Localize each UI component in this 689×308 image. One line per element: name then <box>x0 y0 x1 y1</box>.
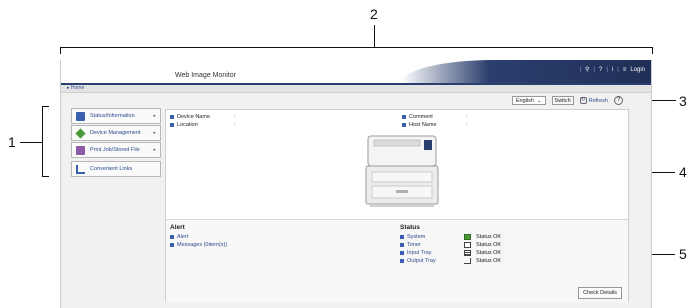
help-icon[interactable]: ? <box>599 67 602 73</box>
top-header: Web Image Monitor | ⚲ | ? | i | ≡ Login <box>61 60 651 85</box>
status-icon <box>76 111 85 121</box>
chevron-down-icon: ⌄ <box>536 97 542 104</box>
callout-1-stem <box>20 142 42 143</box>
language-toolbar: English ⌄ Switch ↻ Refresh ? <box>511 96 623 105</box>
input-tray-status-value: Status OK <box>476 250 502 256</box>
sidebar-menu: Status/Information ▸ Device Management ▸… <box>71 108 161 178</box>
output-tray-icon <box>464 258 471 264</box>
printer-image <box>365 135 439 207</box>
callout-1-bracket <box>42 106 43 176</box>
info-icon[interactable]: i <box>612 67 613 73</box>
callout-2: 2 <box>370 6 378 22</box>
callout-2-left-tick <box>60 47 61 54</box>
home-link[interactable]: ▸ Home <box>67 85 84 91</box>
callout-4: 4 <box>679 164 687 180</box>
location-value: : <box>234 122 236 128</box>
location-label: Location <box>170 122 198 128</box>
sidebar-item-status-information[interactable]: Status/Information ▸ <box>71 108 161 124</box>
callout-2-right-tick <box>652 47 653 54</box>
input-tray-status-link[interactable]: Input Tray <box>400 250 431 256</box>
messages-link[interactable]: Messages (0item(s)) <box>170 242 227 248</box>
comment-label: Comment <box>402 114 433 120</box>
device-name-label: Device Name <box>170 114 210 120</box>
refresh-icon: ↻ <box>579 97 587 104</box>
output-tray-status-link[interactable]: Output Tray <box>400 258 436 264</box>
system-status-link[interactable]: System <box>400 234 425 240</box>
switch-button[interactable]: Switch <box>551 96 574 105</box>
sidebar-item-convenient-links[interactable]: Convenient Links <box>71 161 161 177</box>
chevron-right-icon: ▸ <box>153 147 156 153</box>
alert-title: Alert <box>170 224 185 231</box>
status-title: Status <box>400 224 420 231</box>
system-status-value: Status OK <box>476 234 502 240</box>
refresh-button[interactable]: ↻ Refresh <box>579 97 608 104</box>
callout-2-stem <box>374 25 375 47</box>
callout-1-top-tick <box>42 106 49 107</box>
toner-status-value: Status OK <box>476 242 502 248</box>
toner-icon <box>464 242 471 248</box>
header-icons: | ⚲ | ? | i | ≡ Login <box>579 66 645 74</box>
toner-status-link[interactable]: Toner <box>400 242 421 248</box>
system-icon <box>464 234 471 240</box>
callout-3: 3 <box>679 93 687 109</box>
comment-value: : <box>466 114 468 120</box>
host-name-label: Host Name <box>402 122 437 128</box>
output-tray-status-value: Status OK <box>476 258 502 264</box>
device-status-panel: Device Name : Location : Comment : Host … <box>165 109 629 303</box>
alert-status-section: Alert Alert Messages (0item(s)) Status S… <box>166 219 628 303</box>
callout-1-bottom-tick <box>42 176 49 177</box>
search-icon[interactable]: ⚲ <box>585 66 589 73</box>
web-image-monitor-window: Web Image Monitor | ⚲ | ? | i | ≡ Login … <box>60 60 652 308</box>
alert-link[interactable]: Alert <box>170 234 188 240</box>
print-icon <box>76 145 85 155</box>
sidebar-item-device-management[interactable]: Device Management ▸ <box>71 125 161 141</box>
callout-1: 1 <box>8 134 16 150</box>
callout-2-bracket <box>60 47 653 48</box>
input-tray-icon <box>464 250 471 256</box>
list-icon[interactable]: ≡ <box>623 67 627 73</box>
breadcrumb-bar: ▸ Home <box>61 85 651 93</box>
sidebar-item-print-job[interactable]: Print Job/Stored File ▸ <box>71 142 161 158</box>
check-details-button[interactable]: Check Details <box>578 287 622 299</box>
chevron-right-icon: ▸ <box>153 113 156 119</box>
chevron-right-icon: ▸ <box>153 130 156 136</box>
device-name-value: : <box>234 114 236 120</box>
callout-5: 5 <box>679 246 687 262</box>
link-icon <box>76 164 85 174</box>
host-name-value: : <box>466 122 468 128</box>
app-title: Web Image Monitor <box>175 72 236 79</box>
language-select[interactable]: English ⌄ <box>511 96 546 105</box>
device-icon <box>75 127 86 139</box>
help-circle-icon[interactable]: ? <box>614 96 623 105</box>
login-link[interactable]: Login <box>630 67 645 73</box>
